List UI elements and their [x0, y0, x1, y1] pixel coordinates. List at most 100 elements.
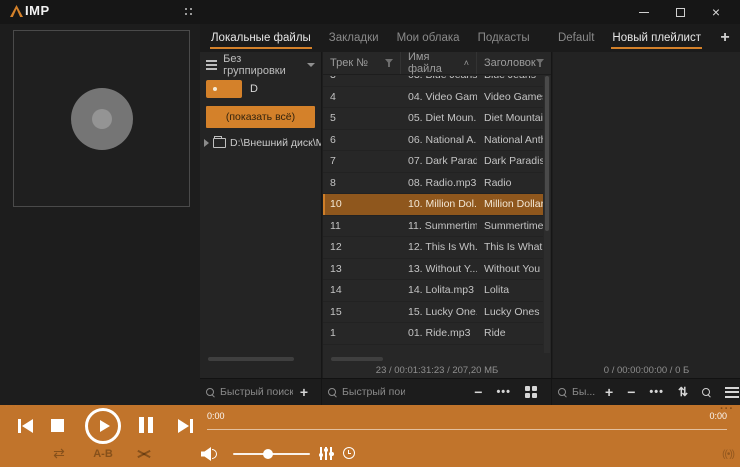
- next-button[interactable]: [172, 415, 198, 437]
- new-playlist-search-input[interactable]: [572, 386, 598, 398]
- filter-icon[interactable]: [536, 59, 544, 67]
- playlist-row[interactable]: 6 06. National A... National Anth...: [323, 130, 543, 152]
- scheduler-button[interactable]: [342, 446, 356, 460]
- hamburger-menu-icon: [725, 387, 739, 398]
- playlist-row[interactable]: 11 11. Summertim... Summertime S...: [323, 216, 543, 238]
- repeat-button[interactable]: ⇄: [50, 446, 68, 460]
- resize-grip-left[interactable]: ···: [5, 401, 19, 413]
- cell-filename: 04. Video Gam...: [401, 87, 477, 108]
- playlist-row[interactable]: 13 13. Without Y... Without You: [323, 259, 543, 281]
- volume-mute-button[interactable]: [200, 446, 220, 462]
- volume-slider-thumb[interactable]: [263, 449, 273, 459]
- playlist-row[interactable]: 10 10. Million Dol... Million Dollar ...: [323, 194, 543, 216]
- previous-icon: [18, 419, 33, 433]
- grouping-selector[interactable]: Без группировки: [200, 52, 321, 77]
- stop-button[interactable]: [50, 418, 65, 433]
- cell-filename: 12. This Is Wh...: [401, 237, 477, 258]
- equalizer-button[interactable]: [318, 446, 334, 460]
- maximize-button[interactable]: [662, 0, 698, 24]
- column-header-filename[interactable]: Имя файла ˄: [401, 52, 477, 74]
- pause-icon: [139, 417, 153, 433]
- sort-button[interactable]: ⇅: [671, 385, 695, 399]
- column-header-title[interactable]: Заголовок: [477, 52, 551, 74]
- library-tab[interactable]: Закладки: [320, 24, 388, 52]
- playlist-row[interactable]: 14 14. Lolita.mp3 Lolita: [323, 280, 543, 302]
- playlist-tab[interactable]: Default: [549, 24, 603, 52]
- more-button[interactable]: •••: [642, 386, 671, 398]
- playlist-row[interactable]: 5 05. Diet Moun... Diet Mountain...: [323, 108, 543, 130]
- minimize-button[interactable]: [626, 0, 662, 24]
- close-icon: ×: [712, 5, 720, 19]
- quick-access-icon[interactable]: [185, 8, 195, 18]
- grid-icon: [525, 386, 538, 399]
- playlist-rows: 3 03. Blue Jeans.... Blue Jeans 4 04. Vi…: [323, 76, 543, 345]
- playlist-more-button[interactable]: •••: [489, 386, 518, 398]
- search-button[interactable]: [695, 388, 718, 397]
- bottom-toolbar: + − ••• + − ••• ⇅: [200, 378, 740, 405]
- browser-add-button[interactable]: +: [293, 384, 315, 400]
- tabbar: Локальные файлы Закладки Мои облака Подк…: [200, 24, 740, 52]
- next-icon: [178, 419, 193, 433]
- playlist-row[interactable]: 4 04. Video Gam... Video Games: [323, 87, 543, 109]
- album-art-placeholder: [13, 30, 190, 207]
- cell-filename: 05. Diet Moun...: [401, 108, 477, 129]
- broadcast-icon[interactable]: ((•)): [722, 449, 734, 460]
- previous-button[interactable]: [12, 415, 38, 437]
- library-tab[interactable]: Подкасты: [469, 24, 539, 52]
- drive-item[interactable]: D: [200, 77, 321, 101]
- tree-item-folder[interactable]: D:\Внешний диск\М: [200, 132, 321, 154]
- play-button[interactable]: [84, 407, 122, 445]
- scrollbar-thumb[interactable]: [545, 76, 549, 231]
- cell-track-number: 8: [323, 173, 401, 194]
- seek-bar[interactable]: [207, 429, 727, 430]
- remove-tracks-button[interactable]: −: [620, 384, 642, 400]
- menu-button[interactable]: [718, 387, 740, 398]
- expand-arrow-icon[interactable]: [204, 139, 209, 147]
- window-controls: ×: [626, 0, 734, 24]
- playlist-horizontal-scrollbar[interactable]: [331, 357, 383, 361]
- playlist-row[interactable]: 12 12. This Is Wh... This Is What ...: [323, 237, 543, 259]
- tree-item-label: D:\Внешний диск\М: [230, 137, 321, 149]
- playlist-search-input[interactable]: [342, 386, 405, 398]
- drive-icon: [206, 80, 242, 98]
- cell-title: Ride: [477, 323, 543, 344]
- playlist-tab[interactable]: Новый плейлист: [603, 24, 710, 52]
- library-tab[interactable]: Локальные файлы: [202, 24, 320, 52]
- cell-filename: 06. National A...: [401, 130, 477, 151]
- library-tabs: Локальные файлы Закладки Мои облака Подк…: [200, 24, 539, 52]
- close-button[interactable]: ×: [698, 0, 734, 24]
- add-playlist-button[interactable]: +: [710, 24, 740, 52]
- library-tab[interactable]: Мои облака: [388, 24, 469, 52]
- browser-search-input[interactable]: [220, 386, 293, 398]
- time-total: 0:00: [709, 411, 727, 421]
- cell-filename: 03. Blue Jeans....: [401, 76, 477, 86]
- search-icon: [702, 388, 711, 397]
- playlist-row[interactable]: 3 03. Blue Jeans.... Blue Jeans: [323, 76, 543, 87]
- column-header-track[interactable]: Трек №: [323, 52, 401, 74]
- ab-repeat-button[interactable]: A-B: [90, 447, 116, 460]
- playlist-row[interactable]: 7 07. Dark Parad... Dark Paradise: [323, 151, 543, 173]
- clock-icon: [343, 447, 355, 459]
- add-tracks-button[interactable]: +: [598, 384, 620, 400]
- cell-track-number: 5: [323, 108, 401, 129]
- playlist-row[interactable]: 15 15. Lucky One... Lucky Ones: [323, 302, 543, 324]
- pause-button[interactable]: [138, 417, 154, 433]
- show-all-button[interactable]: (показать всё): [206, 106, 315, 128]
- shuffle-button[interactable]: [136, 447, 152, 460]
- cell-track-number: 13: [323, 259, 401, 280]
- cell-title: Video Games: [477, 87, 543, 108]
- playlist-vertical-scrollbar[interactable]: [544, 76, 550, 353]
- cell-track-number: 1: [323, 323, 401, 344]
- playlist-row[interactable]: 8 08. Radio.mp3 Radio: [323, 173, 543, 195]
- cell-track-number: 7: [323, 151, 401, 172]
- playlist-row[interactable]: 1 01. Ride.mp3 Ride: [323, 323, 543, 345]
- drive-label: D: [250, 83, 258, 95]
- playlist-remove-button[interactable]: −: [467, 384, 489, 400]
- cell-title: Without You: [477, 259, 543, 280]
- browser-horizontal-scrollbar[interactable]: [208, 357, 294, 361]
- volume-slider[interactable]: [233, 453, 310, 455]
- cell-track-number: 11: [323, 216, 401, 237]
- time-elapsed: 0:00: [207, 411, 225, 421]
- filter-icon[interactable]: [385, 59, 393, 67]
- view-grid-button[interactable]: [518, 386, 545, 399]
